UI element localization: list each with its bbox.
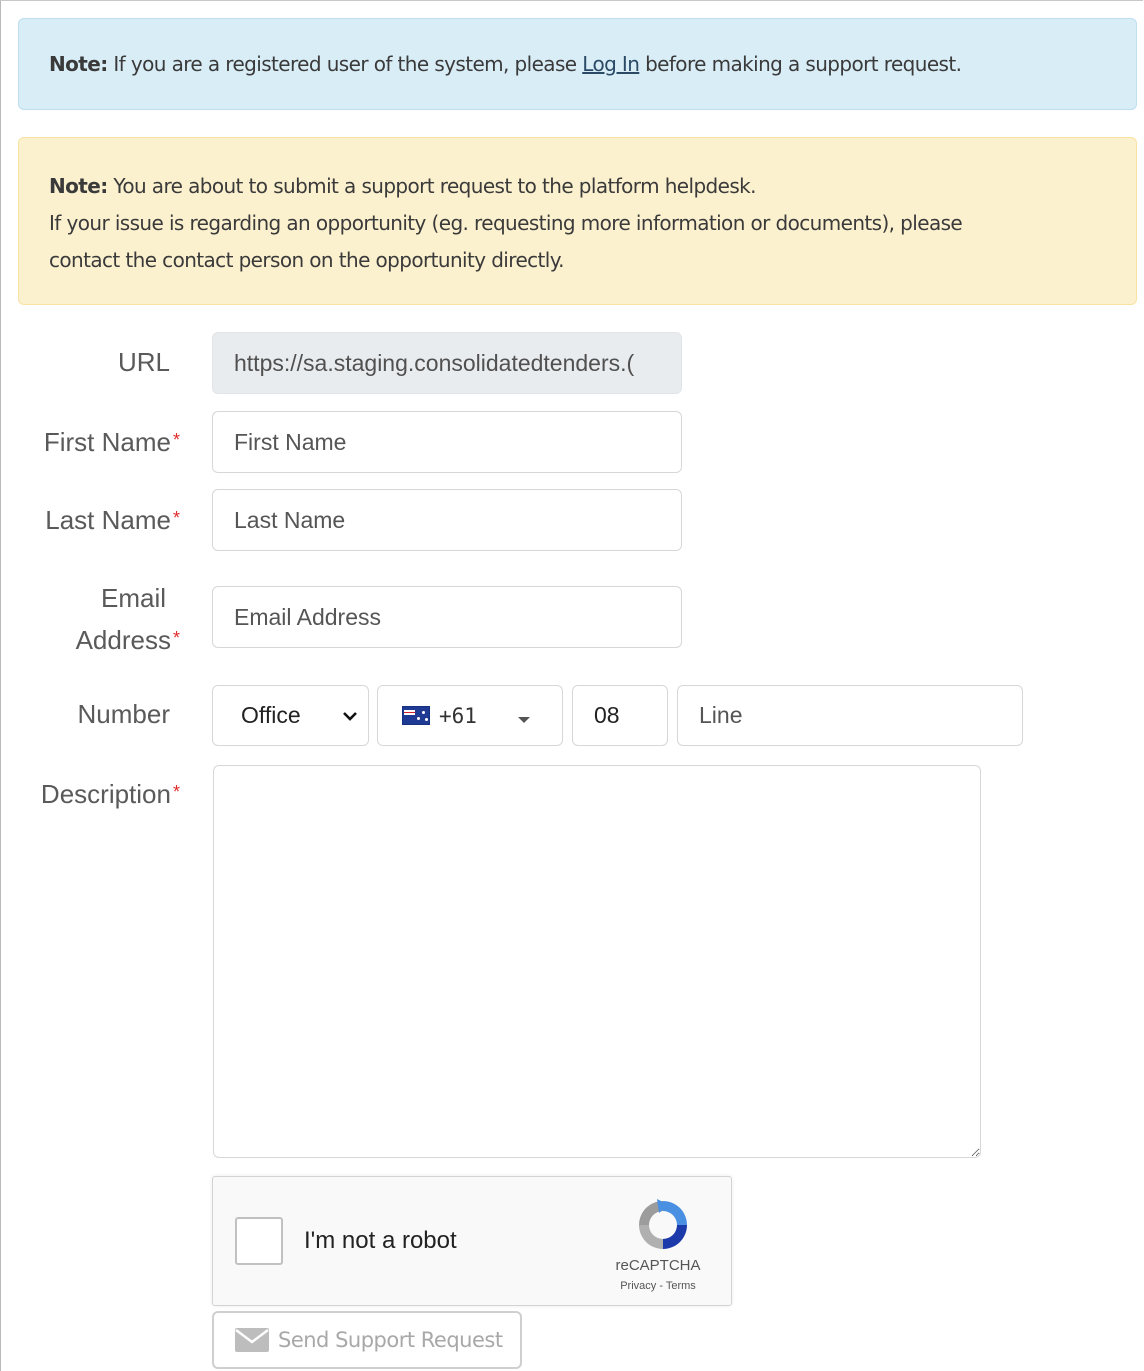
required-marker: *	[172, 782, 180, 802]
email-placeholder: Email Address	[234, 603, 382, 630]
number-label: Number	[0, 693, 170, 735]
required-marker: *	[172, 628, 180, 648]
description-label-text: Description	[40, 779, 171, 809]
last-name-placeholder: Last Name	[234, 506, 346, 533]
required-marker: *	[172, 508, 180, 528]
recaptcha-terms-link[interactable]: Privacy - Terms	[598, 1280, 718, 1292]
phone-type-value: Office	[241, 702, 301, 728]
email-field[interactable]: Email Address	[212, 586, 682, 648]
country-code-value: +61	[439, 703, 477, 728]
envelope-icon	[235, 1328, 269, 1352]
description-textarea[interactable]	[213, 765, 981, 1158]
area-code-value: 08	[594, 702, 620, 728]
warning-note-prefix: Note:	[49, 174, 108, 198]
recaptcha-logo-icon	[639, 1199, 687, 1249]
recaptcha-brand: reCAPTCHA	[615, 1257, 701, 1274]
phone-line-placeholder: Line	[699, 702, 743, 728]
recaptcha-checkbox[interactable]	[235, 1217, 283, 1265]
info-note-prefix: Note:	[49, 52, 108, 76]
url-field: https://sa.staging.consolidatedtenders.(	[212, 332, 682, 394]
description-label: Description *	[10, 773, 180, 815]
first-name-label-text: First Name	[43, 427, 171, 457]
number-label-text: Number	[77, 699, 170, 729]
last-name-label: Last Name *	[10, 499, 180, 541]
warning-line-1: Note: You are about to submit a support …	[49, 168, 1106, 205]
email-label-text-2: Address	[75, 625, 171, 655]
warning-line-3: contact the contact person on the opport…	[49, 248, 565, 272]
phone-line-field[interactable]: Line	[677, 685, 1023, 746]
warning-note-text: You are about to submit a support reques…	[107, 174, 756, 198]
email-label-line1: Email	[10, 577, 180, 619]
caret-down-icon	[518, 717, 530, 723]
australia-flag-icon	[402, 706, 430, 725]
area-code-field[interactable]: 08	[572, 685, 668, 746]
url-label: URL	[0, 341, 170, 383]
url-label-text: URL	[117, 347, 170, 377]
info-note-text-after: before making a support request.	[639, 52, 962, 76]
login-note-alert: Note: If you are a registered user of th…	[18, 18, 1137, 110]
url-value: https://sa.staging.consolidatedtenders.(	[234, 349, 635, 376]
email-label: Email Address *	[10, 577, 180, 661]
first-name-label: First Name *	[10, 421, 180, 463]
helpdesk-note-alert: Note: You are about to submit a support …	[18, 137, 1137, 305]
recaptcha-widget: I'm not a robot reCAPTCHA Privacy - Term…	[212, 1176, 732, 1306]
warning-line-2: If your issue is regarding an opportunit…	[49, 211, 963, 235]
country-code-select[interactable]: +61	[377, 685, 563, 746]
chevron-down-icon	[343, 711, 357, 721]
email-label-line2: Address *	[10, 619, 180, 661]
send-support-request-button[interactable]: Send Support Request	[212, 1311, 522, 1369]
login-link[interactable]: Log In	[582, 52, 640, 76]
phone-type-select[interactable]: Office	[212, 685, 369, 746]
first-name-placeholder: First Name	[234, 428, 347, 455]
recaptcha-label: I'm not a robot	[304, 1227, 457, 1254]
email-label-text-1: Email	[100, 583, 166, 613]
info-note-text: If you are a registered user of the syst…	[107, 52, 583, 76]
required-marker: *	[172, 430, 180, 450]
last-name-label-text: Last Name	[45, 505, 171, 535]
send-button-label: Send Support Request	[278, 1328, 503, 1352]
first-name-field[interactable]: First Name	[212, 411, 682, 473]
last-name-field[interactable]: Last Name	[212, 489, 682, 551]
